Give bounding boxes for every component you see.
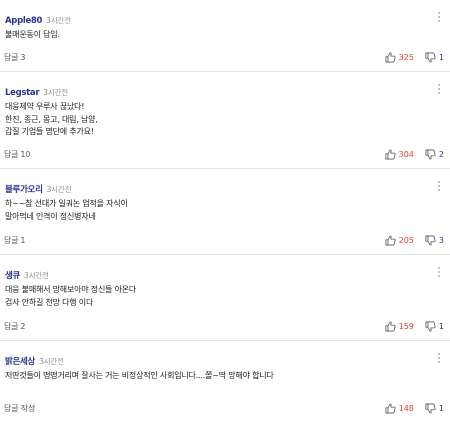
- like-button[interactable]: 148: [385, 403, 414, 414]
- comment-text: 하~~참 선대가 일궈논 업적을 자식이 말아먹네 인격이 정신병자네: [5, 199, 128, 221]
- vote-group: 325 1: [385, 51, 444, 63]
- thumbs-up-icon: [385, 52, 396, 63]
- comment-time: 3시간전: [46, 16, 71, 25]
- dislike-button[interactable]: 1: [425, 52, 444, 63]
- reply-label: 답글 작성: [4, 404, 35, 413]
- vote-group: 205 3: [385, 234, 444, 246]
- thumbs-down-icon: [425, 149, 436, 160]
- dislike-button[interactable]: 3: [425, 235, 444, 246]
- like-count: 148: [398, 403, 414, 413]
- dislike-button[interactable]: 2: [425, 149, 444, 160]
- reply-count: 3: [20, 53, 26, 62]
- comment-author[interactable]: Legstar: [5, 88, 40, 98]
- like-button[interactable]: 325: [385, 52, 414, 63]
- thumbs-up-icon: [385, 235, 396, 246]
- comment-header: 생큐 3시간전: [5, 266, 49, 281]
- comment-header: 블루가오리 3시간전: [5, 180, 72, 195]
- comment-text: 대웅제약 우루사 끊났다! 한진, 종근, 몽고, 대림, 남양, 갑질 기업들…: [5, 102, 98, 136]
- more-options-icon[interactable]: [436, 180, 442, 192]
- reply-label: 답글: [4, 53, 19, 62]
- more-options-icon[interactable]: [436, 352, 442, 364]
- reply-button[interactable]: 답글 2: [4, 321, 25, 333]
- thumbs-up-icon: [385, 149, 396, 160]
- reply-count: 1: [20, 236, 26, 245]
- vote-group: 304 2: [385, 148, 444, 160]
- like-count: 159: [398, 321, 414, 331]
- dislike-button[interactable]: 1: [425, 403, 444, 414]
- comment-item: 생큐 3시간전 대웅 불매해서 망해보아야 정신들 아온다 검사 안하길 천망 다…: [0, 255, 450, 341]
- thumbs-down-icon: [425, 321, 436, 332]
- like-count: 325: [398, 52, 414, 62]
- comment-header: Apple80 3시간전: [5, 11, 71, 26]
- more-options-icon[interactable]: [436, 83, 442, 95]
- comment-text: 불매운동이 답임.: [5, 30, 60, 39]
- comment-item: Legstar 3시간전 대웅제약 우루사 끊났다! 한진, 종근, 몽고, 대림…: [0, 72, 450, 169]
- dislike-button[interactable]: 1: [425, 321, 444, 332]
- dislike-count: 3: [438, 235, 444, 245]
- comment-item: 밝은세상 3시간전 저딴것들이 떵떵거리며 잘사는 거는 비정상적인 사회입니다.…: [0, 341, 450, 422]
- reply-button[interactable]: 답글 작성: [4, 403, 35, 415]
- like-button[interactable]: 159: [385, 321, 414, 332]
- thumbs-up-icon: [385, 321, 396, 332]
- like-button[interactable]: 205: [385, 235, 414, 246]
- vote-group: 148 1: [385, 402, 444, 414]
- dislike-count: 1: [438, 403, 444, 413]
- comment-text: 대웅 불매해서 망해보아야 정신들 아온다 검사 안하길 천망 다행 이다: [5, 285, 137, 307]
- like-count: 205: [398, 235, 414, 245]
- comment-header: 밝은세상 3시간전: [5, 352, 64, 367]
- vote-group: 159 1: [385, 320, 444, 332]
- thumbs-down-icon: [425, 235, 436, 246]
- comment-time: 3시간전: [46, 185, 72, 194]
- thumbs-up-icon: [385, 403, 396, 414]
- more-options-icon[interactable]: [436, 11, 442, 23]
- comment-time: 3시간전: [43, 88, 68, 97]
- comment-author[interactable]: 밝은세상: [5, 357, 35, 367]
- comment-author[interactable]: Apple80: [5, 16, 42, 26]
- thumbs-down-icon: [425, 52, 436, 63]
- reply-label: 답글: [4, 150, 19, 159]
- reply-button[interactable]: 답글 10: [4, 149, 30, 161]
- comment-item: 블루가오리 3시간전 하~~참 선대가 일궈논 업적을 자식이 말아먹네 인격이 …: [0, 169, 450, 255]
- reply-label: 답글: [4, 236, 19, 245]
- comment-text: 저딴것들이 떵떵거리며 잘사는 거는 비정상적인 사회입니다....쫄~딱 망해…: [5, 371, 274, 380]
- dislike-count: 1: [438, 321, 444, 331]
- more-options-icon[interactable]: [436, 266, 442, 278]
- comment-author[interactable]: 블루가오리: [5, 185, 43, 195]
- like-button[interactable]: 304: [385, 149, 414, 160]
- reply-button[interactable]: 답글 3: [4, 52, 25, 64]
- reply-label: 답글: [4, 322, 19, 331]
- comment-time: 3시간전: [24, 271, 49, 280]
- comment-time: 3시간전: [39, 357, 64, 366]
- comment-header: Legstar 3시간전: [5, 83, 68, 98]
- reply-count: 2: [20, 322, 26, 331]
- dislike-count: 2: [438, 149, 444, 159]
- reply-count: 10: [20, 150, 31, 159]
- comment-item: Apple80 3시간전 불매운동이 답임. 답글 3 325 1: [0, 0, 450, 72]
- thumbs-down-icon: [425, 403, 436, 414]
- comment-author[interactable]: 생큐: [5, 271, 20, 281]
- like-count: 304: [398, 149, 414, 159]
- reply-button[interactable]: 답글 1: [4, 235, 25, 247]
- dislike-count: 1: [438, 52, 444, 62]
- comment-list: Apple80 3시간전 불매운동이 답임. 답글 3 325 1 Legsta…: [0, 0, 450, 422]
